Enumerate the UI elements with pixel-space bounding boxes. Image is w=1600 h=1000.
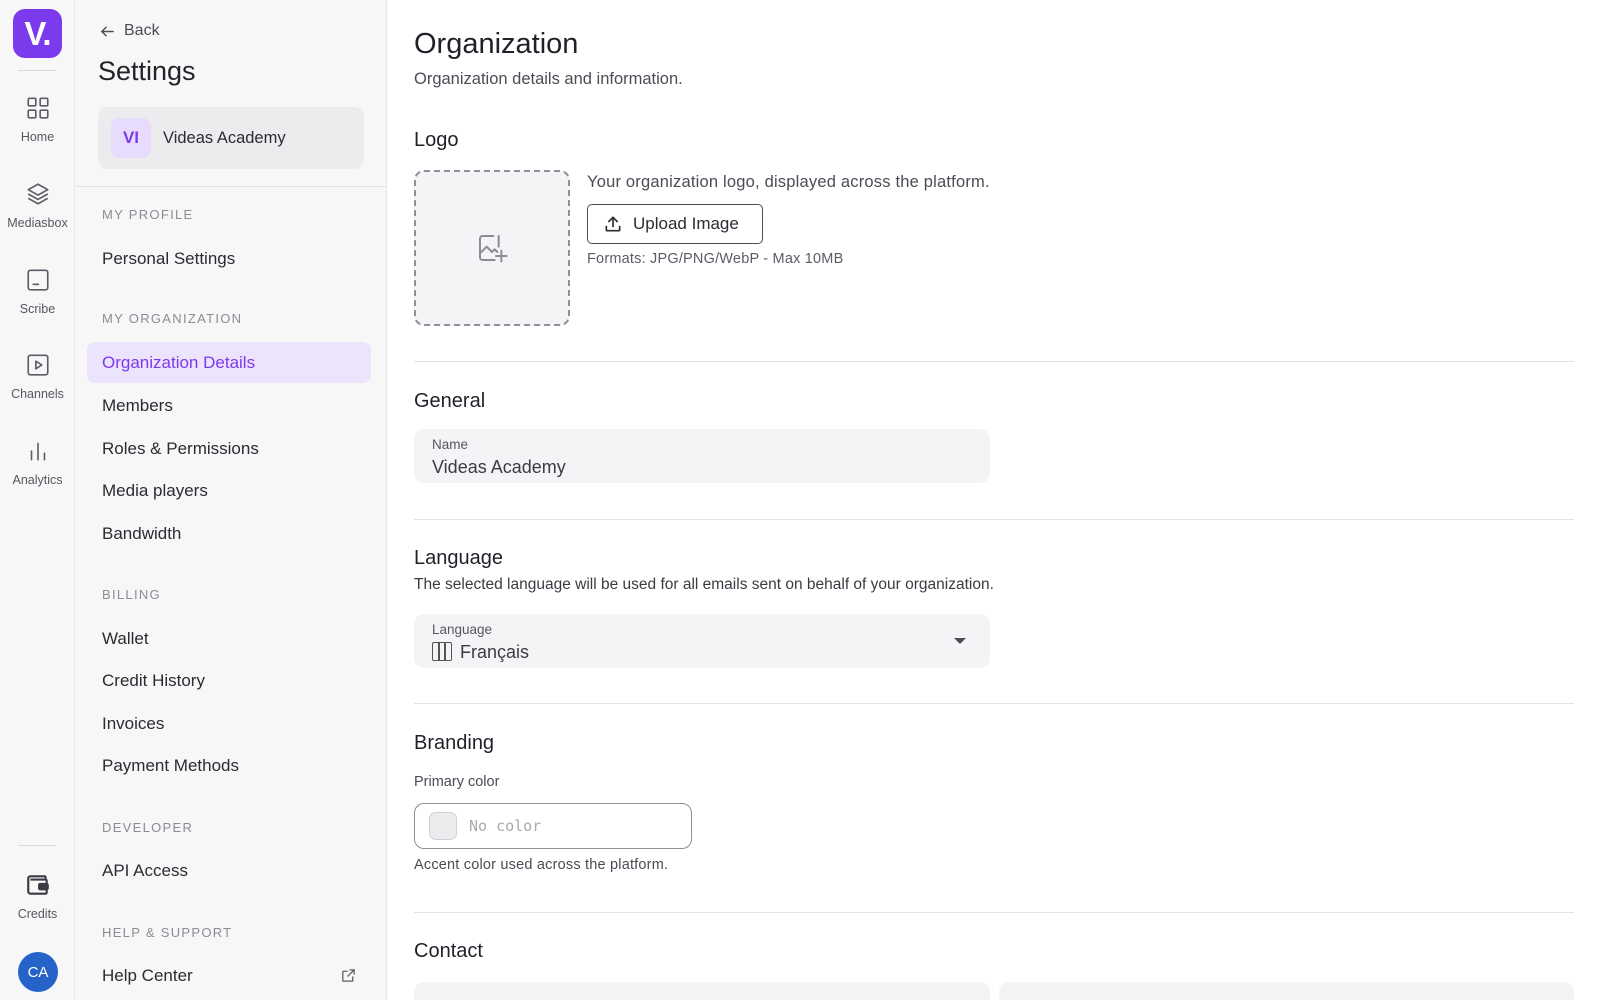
section-divider <box>414 361 1574 362</box>
color-swatch[interactable] <box>429 812 457 840</box>
main-content: Organization Organization details and in… <box>387 0 1600 1000</box>
rail-item-analytics[interactable]: Analytics <box>0 428 75 508</box>
section-heading-billing: BILLING <box>102 587 161 602</box>
logo-description: Your organization logo, displayed across… <box>587 173 990 191</box>
rail-item-channels[interactable]: Channels <box>0 342 75 422</box>
section-divider <box>414 703 1574 704</box>
rail-item-home[interactable]: Home <box>0 85 75 165</box>
sidebar-item-payment-methods[interactable]: Payment Methods <box>87 745 371 786</box>
sidebar-item-wallet[interactable]: Wallet <box>87 618 371 659</box>
flag-icon <box>432 642 452 661</box>
contact-field-right[interactable] <box>999 982 1574 1000</box>
primary-color-input[interactable]: No color <box>414 803 692 849</box>
external-link-icon <box>342 969 355 982</box>
rail-item-label: Channels <box>11 387 64 401</box>
sidebar-item-invoices[interactable]: Invoices <box>87 703 371 744</box>
section-heading-developer: DEVELOPER <box>102 820 194 835</box>
wallet-icon <box>26 875 49 895</box>
primary-color-description: Accent color used across the platform. <box>414 857 669 873</box>
primary-color-label: Primary color <box>414 774 500 790</box>
rail-item-label: Scribe <box>19 302 56 316</box>
upload-image-button[interactable]: Upload Image <box>587 204 763 244</box>
image-add-icon <box>479 235 508 263</box>
language-selected-value: Français <box>432 642 952 663</box>
rail-item-scribe[interactable]: Scribe <box>0 257 75 337</box>
page-subtitle: Organization details and information. <box>414 70 683 88</box>
section-heading-my-organization: MY ORGANIZATION <box>102 311 243 326</box>
sidebar-item-credit-history[interactable]: Credit History <box>87 660 371 701</box>
rail-item-label: Home <box>20 130 55 144</box>
sidebar-item-members[interactable]: Members <box>87 385 371 426</box>
upload-icon <box>605 216 621 232</box>
grid-icon <box>26 97 49 119</box>
sidebar-item-roles-permissions[interactable]: Roles & Permissions <box>87 428 371 469</box>
general-heading: General <box>414 390 486 412</box>
app-rail: V. Home Mediasbox Scribe Channels Analyt… <box>0 0 75 1000</box>
language-select[interactable]: Language Français <box>414 614 990 668</box>
org-name: Videas Academy <box>163 128 286 147</box>
play-square-icon <box>26 354 49 376</box>
app-logo[interactable]: V. <box>13 9 62 58</box>
sidebar-item-personal-settings[interactable]: Personal Settings <box>87 238 371 279</box>
sidebar-item-media-players[interactable]: Media players <box>87 470 371 511</box>
name-field[interactable]: Name <box>414 429 990 483</box>
sidebar-item-help-center[interactable]: Help Center <box>87 955 371 996</box>
bar-chart-icon <box>30 442 45 461</box>
logo-dropzone[interactable] <box>414 170 570 326</box>
layers-icon <box>26 183 49 205</box>
rail-item-label: Credits <box>17 907 58 921</box>
settings-sidebar: Back Settings VI Videas Academy MY PROFI… <box>75 0 387 1000</box>
logo-heading: Logo <box>414 129 459 151</box>
contact-field-left[interactable] <box>414 982 990 1000</box>
section-heading-my-profile: MY PROFILE <box>102 207 194 222</box>
back-button[interactable]: Back <box>99 22 160 40</box>
settings-title: Settings <box>98 56 196 86</box>
rail-item-credits[interactable]: Credits <box>0 862 75 942</box>
rail-item-label: Analytics <box>12 473 63 487</box>
upload-image-label: Upload Image <box>633 214 739 233</box>
user-avatar[interactable]: CA <box>18 952 58 992</box>
page-title: Organization <box>414 28 579 60</box>
name-field-label: Name <box>432 437 469 452</box>
rail-divider <box>18 70 56 71</box>
caret-down-icon <box>954 638 966 644</box>
org-avatar: VI <box>111 118 151 158</box>
language-heading: Language <box>414 547 503 569</box>
sidebar-item-organization-details[interactable]: Organization Details <box>87 342 371 383</box>
rail-divider <box>18 845 56 846</box>
primary-color-placeholder: No color <box>469 817 542 835</box>
section-heading-help-support: HELP & SUPPORT <box>102 925 233 940</box>
contact-heading: Contact <box>414 940 483 962</box>
organization-switcher[interactable]: VI Videas Academy <box>98 107 364 169</box>
language-select-label: Language <box>432 622 493 637</box>
section-divider <box>414 912 1574 913</box>
language-selected-text: Français <box>460 642 530 662</box>
rail-item-label: Mediasbox <box>7 216 68 230</box>
language-description: The selected language will be used for a… <box>414 576 994 593</box>
rail-item-mediasbox[interactable]: Mediasbox <box>0 171 75 251</box>
arrow-left-icon <box>101 26 114 36</box>
branding-heading: Branding <box>414 732 495 754</box>
logo-formats-hint: Formats: JPG/PNG/WebP - Max 10MB <box>587 251 844 267</box>
sidebar-divider <box>75 186 387 187</box>
sidebar-item-bandwidth[interactable]: Bandwidth <box>87 513 371 554</box>
caption-icon <box>26 269 49 291</box>
back-label: Back <box>124 22 160 39</box>
sidebar-item-api-access[interactable]: API Access <box>87 850 371 891</box>
help-center-label: Help Center <box>102 965 193 985</box>
name-input[interactable] <box>432 457 952 478</box>
section-divider <box>414 519 1574 520</box>
